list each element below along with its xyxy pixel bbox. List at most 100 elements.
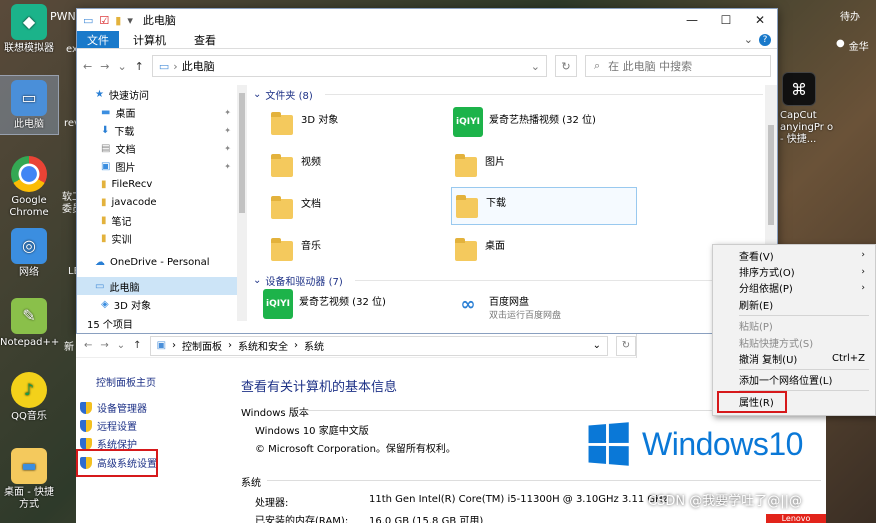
nav-scrollbar-thumb[interactable] xyxy=(239,93,245,213)
forward-arrow-icon[interactable]: → xyxy=(100,340,108,351)
search-input[interactable]: ⌕ 在 此电脑 中搜索 xyxy=(585,55,771,77)
desktop-icon-desktop-shortcut[interactable]: ▬ 桌面 - 快捷方式 xyxy=(0,448,58,511)
maximize-button[interactable]: ☐ xyxy=(709,9,743,31)
desktop-icon-network[interactable]: ◎ 网络 xyxy=(0,228,58,279)
folder-pictures[interactable]: 图片 xyxy=(453,149,633,185)
nav-quick-access[interactable]: ★ 快速访问 xyxy=(77,85,237,103)
expand-ribbon-icon[interactable]: ⌄ xyxy=(744,33,753,46)
download-icon: ⬇ xyxy=(101,124,110,136)
up-arrow-icon[interactable]: ↑ xyxy=(135,60,144,73)
nav-item-pictures[interactable]: ▣ 图片 ✦ xyxy=(77,157,237,175)
chevron-down-icon[interactable]: ▾ xyxy=(127,14,133,27)
folder-documents[interactable]: 文档 xyxy=(269,191,449,227)
menu-item-sort-by[interactable]: 排序方式(O) › xyxy=(713,263,875,280)
breadcrumb-system[interactable]: 系统 xyxy=(304,338,324,353)
chevron-down-icon[interactable]: ⌄ xyxy=(117,60,126,73)
link-device-manager[interactable]: 设备管理器 xyxy=(80,400,147,415)
folder-iqiyi-hot[interactable]: iQIYI 爱奇艺热播视频 (32 位) xyxy=(453,107,653,143)
section-system: 系统 xyxy=(241,474,821,489)
breadcrumb-separator-icon: › xyxy=(172,340,177,351)
search-icon: ⌕ xyxy=(594,59,601,72)
tab-view[interactable]: 查看 xyxy=(180,31,230,48)
tab-file[interactable]: 文件 xyxy=(77,31,119,48)
chevron-down-icon: ⌄ xyxy=(253,274,262,286)
network-icon: ◎ xyxy=(11,228,47,264)
forward-arrow-icon[interactable]: → xyxy=(100,60,109,73)
menu-item-group-by[interactable]: 分组依据(P) › xyxy=(713,280,875,296)
minimize-button[interactable]: — xyxy=(675,9,709,31)
desktop-icon-notepadpp[interactable]: ✎ Notepad++ xyxy=(0,298,59,349)
nav-item-training[interactable]: ▮ 实训 xyxy=(77,229,237,247)
menu-item-refresh[interactable]: 刷新(E) xyxy=(713,296,875,312)
weather-widget[interactable]: ● 金华 xyxy=(836,38,869,53)
content-scrollbar-thumb[interactable] xyxy=(768,125,774,225)
nav-onedrive[interactable]: ☁ OneDrive - Personal xyxy=(77,253,237,271)
folder-videos[interactable]: 视频 xyxy=(269,149,449,185)
processor-label: 处理器: xyxy=(255,498,289,509)
nav-item-downloads[interactable]: ⬇ 下载 ✦ xyxy=(77,121,237,139)
iqiyi-icon: iQIYI xyxy=(263,289,293,319)
title-bar[interactable]: ▭ ☑ ▮ ▾ 此电脑 — ☐ ✕ xyxy=(77,9,777,31)
nav-item-notes[interactable]: ▮ 笔记 xyxy=(77,211,237,229)
processor-value: 11th Gen Intel(R) Core(TM) i5-11300H @ 3… xyxy=(369,494,668,505)
address-text: 此电脑 xyxy=(181,60,215,73)
breadcrumb-security[interactable]: 系统和安全 xyxy=(238,338,288,353)
section-windows-edition: Windows 版本 xyxy=(241,404,821,419)
back-arrow-icon[interactable]: ← xyxy=(83,60,92,73)
desktop-icon-chrome[interactable]: Google Chrome xyxy=(0,156,58,219)
folder-downloads[interactable]: 下载 xyxy=(451,187,637,225)
picture-folder-icon xyxy=(453,149,479,179)
address-dropdown-icon[interactable]: ⌄ xyxy=(531,60,540,73)
desktop-icon-qqmusic[interactable]: ♪ QQ音乐 xyxy=(0,372,58,423)
close-button[interactable]: ✕ xyxy=(743,9,777,31)
nav-item-documents[interactable]: ▤ 文档 ✦ xyxy=(77,139,237,157)
navigation-pane: ★ 快速访问 ▬ 桌面 ✦ ⬇ 下载 ✦ ▤ 文档 ✦ ▣ 图片 ✦ ▮ FileRecv ▮ jav… xyxy=(77,85,237,321)
group-header-folders[interactable]: ⌄ 文件夹 (8) xyxy=(253,85,763,103)
music-icon: ♪ xyxy=(11,372,47,408)
todo-notification[interactable]: 待办 xyxy=(834,0,876,32)
folder-icon: ▮ xyxy=(101,214,107,226)
address-bar[interactable]: ▭ › 此电脑 ⌄ xyxy=(151,55,547,77)
nav-item-filerecv[interactable]: ▮ FileRecv xyxy=(77,175,237,193)
capcut-icon[interactable]: ⌘ xyxy=(782,72,816,106)
group-header-devices[interactable]: ⌄ 设备和驱动器 (7) xyxy=(253,271,763,289)
folder-icon[interactable]: ▮ xyxy=(115,14,121,27)
help-icon[interactable]: ? xyxy=(759,33,771,46)
cube-icon: ◈ xyxy=(101,298,109,310)
address-dropdown-icon[interactable]: ⌄ xyxy=(593,340,601,351)
ram-label: 已安装的内存(RAM): xyxy=(255,516,349,523)
chevron-right-icon: › xyxy=(861,250,865,261)
nav-item-3d-objects[interactable]: ◈ 3D 对象 xyxy=(77,295,237,313)
up-arrow-icon[interactable]: ↑ xyxy=(133,340,141,351)
menu-item-add-network-location[interactable]: 添加一个网络位置(L) xyxy=(713,372,875,388)
desktop-icon-this-pc[interactable]: ▭ 此电脑 xyxy=(0,75,59,135)
menu-separator xyxy=(739,314,869,316)
nav-item-javacode[interactable]: ▮ javacode xyxy=(77,193,237,211)
breadcrumb-control-panel[interactable]: 控制面板 xyxy=(182,338,222,353)
tab-computer[interactable]: 计算机 xyxy=(119,31,180,48)
computer-icon: ▭ xyxy=(11,80,47,116)
folder-3d-objects[interactable]: 3D 对象 xyxy=(269,107,449,143)
checkmark-icon[interactable]: ☑ xyxy=(99,14,109,27)
menu-item-undo-copy[interactable]: 撤消 复制(U) Ctrl+Z xyxy=(713,350,875,366)
folder-music[interactable]: 音乐 xyxy=(269,233,449,269)
nav-item-desktop[interactable]: ▬ 桌面 ✦ xyxy=(77,103,237,121)
back-arrow-icon[interactable]: ← xyxy=(84,340,92,351)
lenovo-logo: Lenovo xyxy=(766,514,826,523)
system-address-bar[interactable]: ▣ › 控制面板 › 系统和安全 › 系统 ⌄ xyxy=(149,335,608,356)
control-panel-home-link[interactable]: 控制面板主页 xyxy=(96,374,156,389)
folder-shortcut-icon: ▬ xyxy=(11,448,47,484)
chevron-down-icon[interactable]: ⌄ xyxy=(117,340,125,351)
link-remote-settings[interactable]: 远程设置 xyxy=(80,418,137,433)
windows10-logo: Windows10 xyxy=(586,422,803,466)
system-refresh-button[interactable]: ↻ xyxy=(616,335,636,356)
menu-item-view[interactable]: 查看(V) › xyxy=(713,247,875,263)
folder-desktop[interactable]: 桌面 xyxy=(453,233,633,269)
nav-scrollbar[interactable] xyxy=(237,85,247,321)
device-baidu-netdisk[interactable]: ∞ 百度网盘 双击运行百度网盘 xyxy=(453,289,653,321)
desktop-partial-label: PWN xyxy=(50,10,76,23)
refresh-icon: ↻ xyxy=(621,340,631,351)
refresh-button[interactable]: ↻ xyxy=(555,55,577,77)
nav-this-pc[interactable]: ▭ 此电脑 xyxy=(77,277,237,295)
device-iqiyi[interactable]: iQIYI 爱奇艺视频 (32 位) xyxy=(263,289,449,319)
